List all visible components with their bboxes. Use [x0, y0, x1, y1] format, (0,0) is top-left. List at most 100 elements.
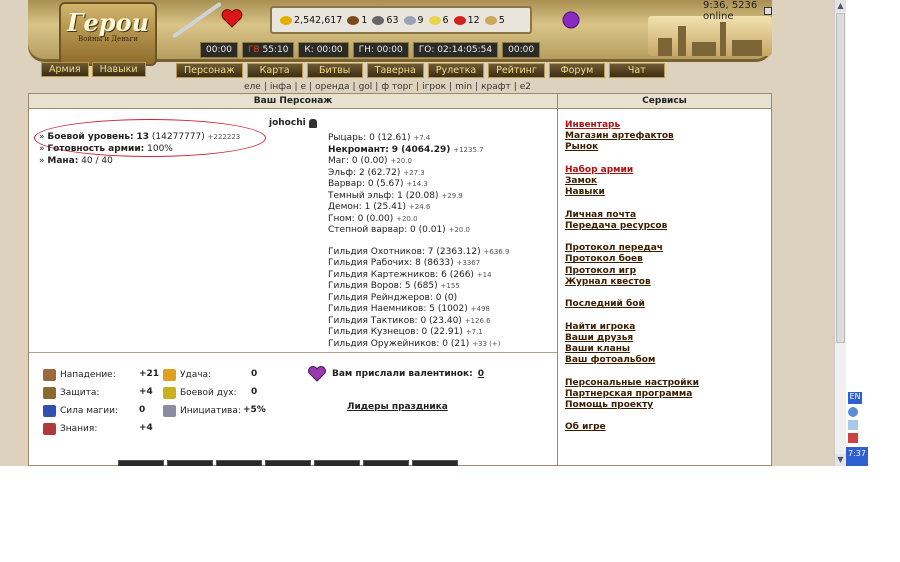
quick-link[interactable]: еле [244, 82, 261, 92]
service-link[interactable]: Персональные настройки [565, 378, 699, 389]
resource-value: 5 [498, 14, 505, 26]
service-link[interactable]: Набор армии [565, 165, 699, 176]
language-indicator[interactable]: EN [848, 392, 862, 404]
quick-link[interactable]: ф торг [381, 82, 413, 92]
nav-tab[interactable]: Форум [548, 63, 605, 78]
vertical-scrollbar[interactable]: ▲ ▼ [834, 0, 846, 466]
character-panel: Ваш Персонаж johochi » Боевой уровень: 1… [28, 93, 558, 466]
service-link[interactable]: Рынок [565, 142, 699, 153]
service-link[interactable]: Протокол боев [565, 254, 699, 265]
taskbar-clock[interactable]: 7:37 [846, 447, 868, 466]
service-link[interactable]: Найти игрока [565, 322, 699, 333]
side-tab[interactable]: Армия [41, 62, 89, 77]
army-slot[interactable] [314, 460, 360, 466]
army-slot[interactable] [216, 460, 262, 466]
valentines-count[interactable]: 0 [478, 369, 484, 379]
gold-icon [280, 15, 292, 25]
timer[interactable]: К: 00:00 [298, 42, 349, 58]
army-label: Готовность армии: [47, 144, 145, 154]
stat-value: 0 (22.91) [421, 327, 463, 337]
wood-icon [347, 15, 360, 25]
timer[interactable]: 00:00 [502, 42, 541, 58]
resource-item: 5 [484, 14, 505, 26]
nav-tab[interactable]: Таверна [366, 63, 424, 78]
stat-name: Некромант: [328, 144, 389, 155]
tray-network-icon[interactable] [848, 420, 858, 430]
quick-link[interactable]: е [301, 82, 307, 92]
quick-link[interactable]: ігрок [422, 82, 446, 92]
service-link[interactable]: Помощь проекту [565, 400, 699, 411]
stat-value: 0 (23.40) [420, 315, 462, 326]
army-slots [118, 460, 458, 466]
timer-text: 00:00 [206, 45, 232, 55]
army-slot[interactable] [412, 460, 458, 466]
tray-alert-icon[interactable] [848, 433, 858, 443]
quick-link[interactable]: min [455, 82, 472, 92]
stat-value: +21 [139, 369, 160, 379]
online-clock: 9:36, 5236 online [703, 0, 772, 22]
stat-name: Гильдия Картежников: [328, 269, 439, 280]
army-slot[interactable] [167, 460, 213, 466]
service-link[interactable]: Магазин артефактов [565, 131, 699, 142]
nav-tab[interactable]: Битвы [306, 63, 363, 78]
lock-icon [308, 118, 317, 128]
hero-stat: Знания: [43, 423, 97, 435]
resource-value: 2,542,617 [294, 14, 343, 26]
quick-link[interactable]: e2 [520, 82, 531, 92]
stat-gain: +14.3 [406, 180, 428, 188]
service-link[interactable]: Последний бой [565, 299, 699, 310]
resource-value: 9 [417, 14, 424, 26]
service-link[interactable]: Ваши друзья [565, 333, 699, 344]
service-link[interactable]: Журнал квестов [565, 277, 699, 288]
timer[interactable]: ГО: 02:14:05:54 [412, 42, 499, 58]
mail-icon[interactable] [764, 7, 772, 15]
tray-app-icon[interactable] [848, 407, 858, 417]
timer[interactable]: 00:00 [200, 42, 238, 58]
army-slot[interactable] [265, 460, 311, 466]
stat-name: Маг: [328, 156, 350, 166]
quick-link[interactable]: оренда [315, 82, 349, 92]
resource-item: 2,542,617 [280, 15, 342, 26]
service-link[interactable]: Замок [565, 176, 699, 187]
nav-tab[interactable]: Рулетка [427, 63, 485, 78]
stat-value: 5 (685) [404, 281, 438, 291]
nav-tab[interactable]: Чат [608, 63, 665, 78]
clock-text: 9:36, 5236 online [703, 0, 758, 22]
service-link[interactable]: Инвентарь [565, 120, 699, 131]
game-header: Герои Войны и Деньги 2,542,617 1 63 9 6 12 5 0… [28, 0, 772, 80]
nav-tab[interactable]: Карта [246, 63, 303, 78]
scroll-up-icon[interactable]: ▲ [835, 0, 846, 12]
scroll-down-icon[interactable]: ▼ [835, 454, 846, 466]
quick-link[interactable]: крафт [481, 82, 511, 92]
timer-text: 55:10 [262, 45, 289, 55]
quick-link[interactable]: інфа [270, 82, 292, 92]
mana-value: 40 / 40 [81, 156, 113, 166]
service-link[interactable]: Протокол игр [565, 266, 699, 277]
service-link[interactable]: Об игре [565, 422, 699, 433]
service-link[interactable]: Протокол передач [565, 243, 699, 254]
scroll-thumb[interactable] [836, 13, 845, 343]
army-slot[interactable] [118, 460, 164, 466]
stat-gain: +126.6 [464, 316, 491, 325]
service-link[interactable]: Передача ресурсов [565, 221, 699, 232]
game-logo[interactable]: Герои Войны и Деньги [59, 2, 157, 66]
service-link[interactable]: Партнерская программа [565, 389, 699, 400]
stat-gain: +33 (+) [472, 339, 501, 348]
timer[interactable]: ГН: 00:00 [352, 42, 409, 58]
service-link[interactable]: Ваши кланы [565, 344, 699, 355]
side-tab[interactable]: Навыки [91, 62, 146, 77]
quick-link[interactable]: gol [359, 82, 373, 92]
timer-text: ГО: 02:14:05:54 [418, 45, 493, 55]
service-link[interactable]: Личная почта [565, 210, 699, 221]
nav-tab[interactable]: Рейтинг [488, 63, 545, 78]
stat-value: +4 [139, 387, 153, 397]
link-separator: | [263, 82, 267, 92]
stat-row: Гильдия Рейнджеров: 0 (0) [328, 293, 509, 305]
army-slot[interactable] [363, 460, 409, 466]
timer[interactable]: ГВ 55:10 [241, 42, 295, 58]
service-link[interactable]: Ваш фотоальбом [565, 355, 699, 366]
nav-tab[interactable]: Персонаж [176, 63, 243, 78]
holiday-leaders-link[interactable]: Лидеры праздника [347, 402, 448, 412]
username[interactable]: johochi [269, 118, 306, 128]
service-link[interactable]: Навыки [565, 187, 699, 198]
